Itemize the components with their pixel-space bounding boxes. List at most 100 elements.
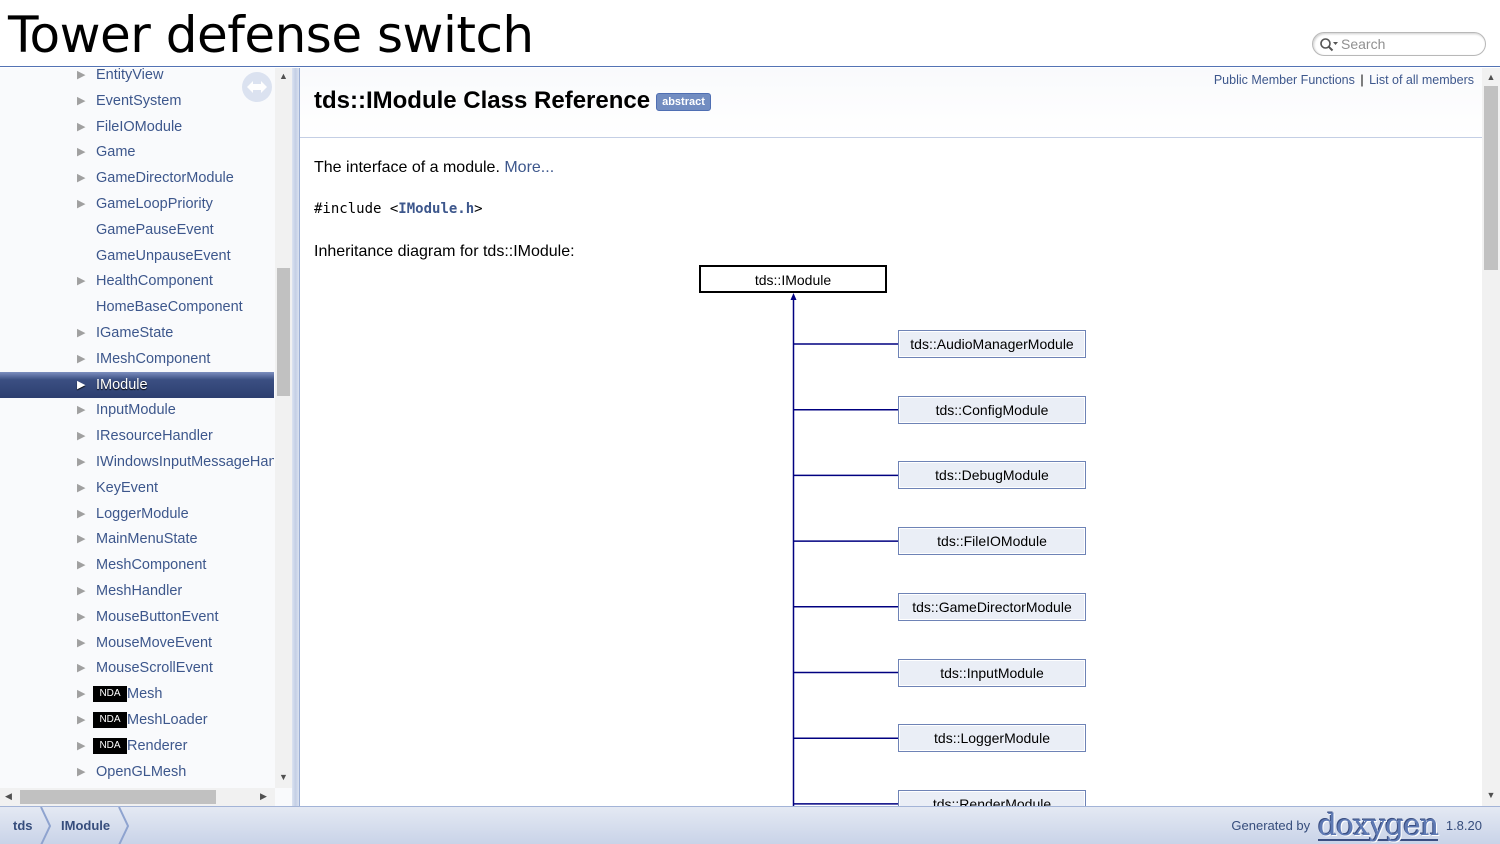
expand-arrow-icon[interactable]: ▶	[77, 707, 85, 733]
sidebar-item-label[interactable]: InputModule	[96, 397, 176, 423]
sidebar-item[interactable]: ▶ NDA Mesh	[0, 681, 274, 707]
expand-arrow-icon[interactable]: ▶	[77, 165, 85, 191]
expand-arrow-icon[interactable]: ▶	[77, 526, 85, 552]
sidebar-item-label[interactable]: MeshComponent	[96, 552, 206, 578]
breadcrumb-imodule[interactable]: IModule	[61, 807, 110, 844]
sidebar-item-label[interactable]: IGameState	[96, 320, 173, 346]
sidebar-item[interactable]: ▶ MainMenuState	[0, 526, 274, 552]
scrollbar-thumb[interactable]	[20, 790, 216, 804]
sidebar-item-label[interactable]: GamePauseEvent	[96, 217, 214, 243]
expand-arrow-icon[interactable]: ▶	[77, 423, 85, 449]
sidebar-item-label[interactable]: OpenGLMesh	[96, 759, 186, 785]
diagram-child-node[interactable]: tds::DebugModule	[898, 461, 1086, 490]
split-bar[interactable]	[292, 68, 300, 806]
scroll-left-arrow-icon[interactable]: ◀	[0, 791, 17, 802]
sidebar-item-label[interactable]: EntityView	[96, 68, 163, 88]
sidebar-item[interactable]: ▶ MeshComponent	[0, 552, 274, 578]
expand-arrow-icon[interactable]: ▶	[77, 759, 85, 785]
expand-arrow-icon[interactable]: ▶	[77, 449, 85, 475]
expand-arrow-icon[interactable]: ▶	[77, 139, 85, 165]
diagram-child-node[interactable]: tds::GameDirectorModule	[898, 592, 1086, 621]
sidebar-item-label[interactable]: MouseMoveEvent	[96, 630, 212, 656]
expand-arrow-icon[interactable]: ▶	[77, 372, 85, 398]
breadcrumb-tds[interactable]: tds	[13, 807, 33, 844]
sidebar-item-label[interactable]: MeshHandler	[96, 578, 182, 604]
sidebar-item-label[interactable]: IResourceHandler	[96, 423, 213, 449]
diagram-child-node[interactable]: tds::AudioManagerModule	[898, 330, 1086, 358]
scroll-down-arrow-icon[interactable]: ▼	[1482, 790, 1500, 800]
scroll-up-arrow-icon[interactable]: ▲	[1482, 72, 1500, 82]
expand-arrow-icon[interactable]: ▶	[77, 604, 85, 630]
expand-arrow-icon[interactable]: ▶	[77, 114, 85, 140]
expand-arrow-icon[interactable]: ▶	[77, 681, 85, 707]
sidebar-item[interactable]: ▶ EntityView	[0, 68, 274, 88]
include-file-link[interactable]: IModule.h	[398, 201, 474, 217]
sidebar-item-label[interactable]: GameDirectorModule	[96, 165, 234, 191]
sidebar-item-label[interactable]: EventSystem	[96, 88, 181, 114]
sidebar-item[interactable]: ▶ GameLoopPriority	[0, 191, 274, 217]
sidebar-item-label[interactable]: IMeshComponent	[96, 346, 210, 372]
sidebar-item-label[interactable]: IWindowsInputMessageHandler	[96, 449, 274, 475]
diagram-child-node[interactable]: tds::InputModule	[898, 658, 1086, 687]
expand-arrow-icon[interactable]: ▶	[77, 320, 85, 346]
expand-arrow-icon[interactable]: ▶	[77, 191, 85, 217]
expand-arrow-icon[interactable]: ▶	[77, 68, 85, 88]
sidebar-item[interactable]: ▶ IWindowsInputMessageHandler	[0, 449, 274, 475]
sidebar-vertical-scrollbar[interactable]: ▲ ▼	[275, 68, 292, 788]
expand-arrow-icon[interactable]: ▶	[77, 552, 85, 578]
diagram-child-node[interactable]: tds::LoggerModule	[898, 724, 1086, 753]
scrollbar-thumb[interactable]	[1484, 86, 1498, 270]
sidebar-item[interactable]: ▶ LoggerModule	[0, 501, 274, 527]
more-link[interactable]: More...	[504, 159, 554, 176]
sidebar-item-label[interactable]: MouseScrollEvent	[96, 655, 213, 681]
sidebar-item[interactable]: ▶ IModule	[0, 371, 274, 398]
search-box[interactable]	[1312, 32, 1486, 56]
sidebar-item[interactable]: ▶ KeyEvent	[0, 475, 274, 501]
scrollbar-thumb[interactable]	[277, 268, 290, 396]
sidebar-item[interactable]: ▶ MeshHandler	[0, 578, 274, 604]
content-vertical-scrollbar[interactable]: ▲ ▼	[1482, 68, 1500, 806]
expand-arrow-icon[interactable]: ▶	[77, 397, 85, 423]
search-input[interactable]	[1341, 35, 1481, 53]
expand-arrow-icon[interactable]: ▶	[77, 268, 85, 294]
sidebar-item[interactable]: GamePauseEvent	[0, 217, 274, 243]
sidebar-horizontal-scrollbar[interactable]: ◀ ▶	[0, 788, 275, 806]
sidebar-item[interactable]: ▶ FileIOModule	[0, 114, 274, 140]
scroll-up-arrow-icon[interactable]: ▲	[275, 71, 292, 81]
diagram-root-node[interactable]: tds::IModule	[699, 265, 887, 293]
diagram-child-node[interactable]: tds::ConfigModule	[898, 395, 1086, 424]
sidebar-item[interactable]: HomeBaseComponent	[0, 294, 274, 320]
sidebar-item-label[interactable]: IModule	[96, 372, 148, 398]
sidebar-item-label[interactable]: MouseButtonEvent	[96, 604, 219, 630]
sync-icon[interactable]	[242, 72, 272, 102]
sidebar-item-label[interactable]: HomeBaseComponent	[96, 294, 243, 320]
expand-arrow-icon[interactable]: ▶	[77, 630, 85, 656]
sidebar-item-label[interactable]: GameUnpauseEvent	[96, 243, 231, 269]
expand-arrow-icon[interactable]: ▶	[77, 501, 85, 527]
sidebar-item-label[interactable]: HealthComponent	[96, 268, 213, 294]
expand-arrow-icon[interactable]: ▶	[77, 88, 85, 114]
search-icon[interactable]	[1319, 37, 1339, 53]
expand-arrow-icon[interactable]: ▶	[77, 475, 85, 501]
sidebar-item[interactable]: ▶ HealthComponent	[0, 268, 274, 294]
sidebar-item[interactable]: ▶ InputModule	[0, 397, 274, 423]
diagram-child-node[interactable]: tds::FileIOModule	[898, 527, 1086, 556]
sidebar-item-label[interactable]: Renderer	[127, 733, 187, 759]
doxygen-logo[interactable]: doxygen	[1317, 810, 1439, 841]
sidebar-item[interactable]: ▶ MouseMoveEvent	[0, 630, 274, 656]
sidebar-item-label[interactable]: FileIOModule	[96, 114, 182, 140]
expand-arrow-icon[interactable]: ▶	[77, 346, 85, 372]
sidebar-item[interactable]: ▶ Game	[0, 139, 274, 165]
sidebar-item[interactable]: ▶ IGameState	[0, 320, 274, 346]
expand-arrow-icon[interactable]: ▶	[77, 733, 85, 759]
scroll-right-arrow-icon[interactable]: ▶	[255, 791, 272, 802]
sidebar-item-label[interactable]: MeshLoader	[127, 707, 208, 733]
list-all-members-link[interactable]: List of all members	[1369, 73, 1474, 87]
sidebar-item-label[interactable]: Game	[96, 139, 136, 165]
expand-arrow-icon[interactable]: ▶	[77, 578, 85, 604]
sidebar-item[interactable]: ▶ NDA MeshLoader	[0, 707, 274, 733]
expand-arrow-icon[interactable]: ▶	[77, 655, 85, 681]
diagram-child-node[interactable]: tds::RenderModule	[898, 789, 1086, 806]
sidebar-item[interactable]: ▶ IMeshComponent	[0, 346, 274, 372]
sidebar-item[interactable]: ▶ IResourceHandler	[0, 423, 274, 449]
